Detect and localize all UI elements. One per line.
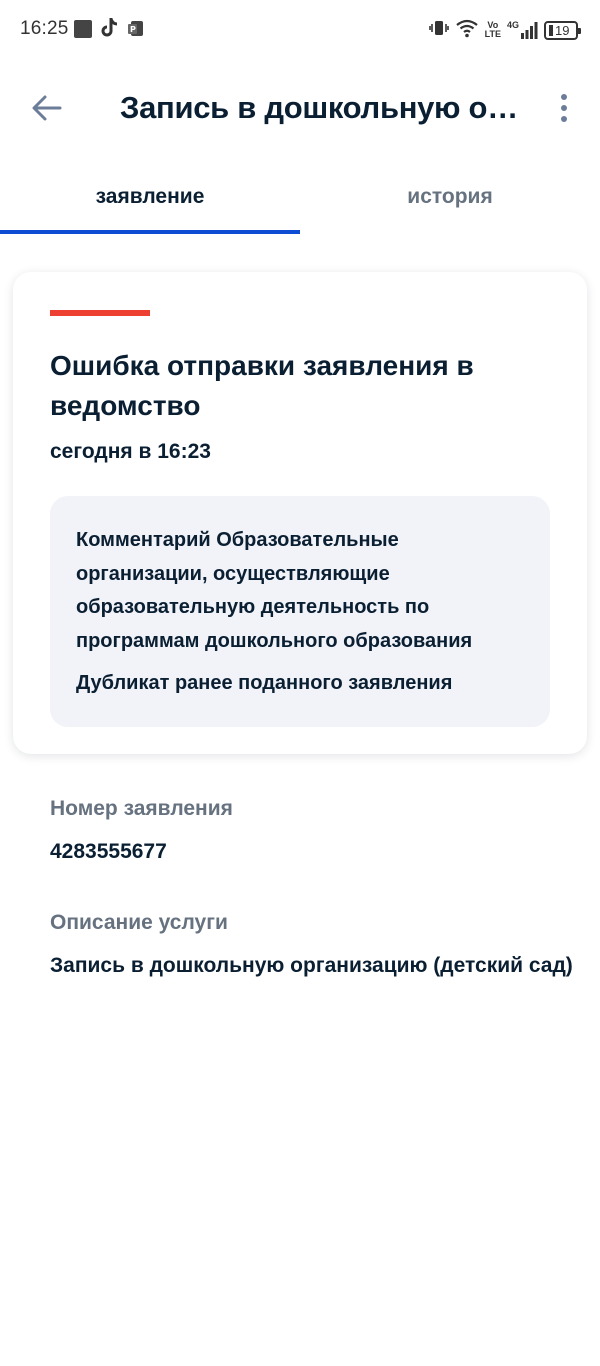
tab-history[interactable]: история xyxy=(300,160,600,234)
battery-icon: 19 xyxy=(544,20,581,40)
tab-history-label: история xyxy=(407,185,493,208)
status-bar: 16:25 P Vo LTE 4G 19 xyxy=(0,0,600,60)
tabs: заявление история xyxy=(0,160,600,234)
status-icons: Vo LTE 4G 19 xyxy=(428,17,581,43)
vibrate-icon xyxy=(428,18,449,43)
document-icon: P xyxy=(128,20,144,43)
arrow-left-icon xyxy=(32,95,62,121)
wifi-icon xyxy=(455,18,479,43)
notification-square-icon xyxy=(74,20,92,38)
back-button[interactable] xyxy=(26,88,68,128)
more-vertical-icon xyxy=(561,94,567,100)
status-title: Ошибка отправки заявления в ведомство xyxy=(50,350,474,421)
status-date: сегодня в 16:23 xyxy=(50,440,211,463)
service-description-label: Описание услуги xyxy=(50,911,228,934)
battery-level: 19 xyxy=(555,22,570,38)
signal-icon: 4G xyxy=(507,21,538,39)
svg-text:P: P xyxy=(130,25,136,34)
application-number-value: 4283555677 xyxy=(50,840,167,863)
comment-extra: Дубликат ранее поданного заявления xyxy=(76,672,453,694)
page-title: Запись в дошкольную организацию (детский… xyxy=(120,90,520,125)
app-bar: Запись в дошкольную организацию (детский… xyxy=(0,70,600,146)
error-accent-bar xyxy=(50,310,150,316)
application-number-label: Номер заявления xyxy=(50,797,233,820)
volte-label: Vo LTE xyxy=(484,20,501,39)
tab-application[interactable]: заявление xyxy=(0,160,300,234)
status-card: Ошибка отправки заявления в ведомство се… xyxy=(13,272,587,754)
comment-text: Комментарий Образовательные организации,… xyxy=(76,529,473,652)
status-time: 16:25 xyxy=(20,18,69,39)
active-tab-indicator xyxy=(0,230,300,234)
tab-application-label: заявление xyxy=(95,185,205,208)
service-description-value: Запись в дошкольную организацию (детский… xyxy=(50,954,573,977)
tiktok-icon xyxy=(100,17,120,44)
comment-box: Комментарий Образовательные организации,… xyxy=(50,496,550,727)
more-menu-button[interactable] xyxy=(548,88,580,128)
